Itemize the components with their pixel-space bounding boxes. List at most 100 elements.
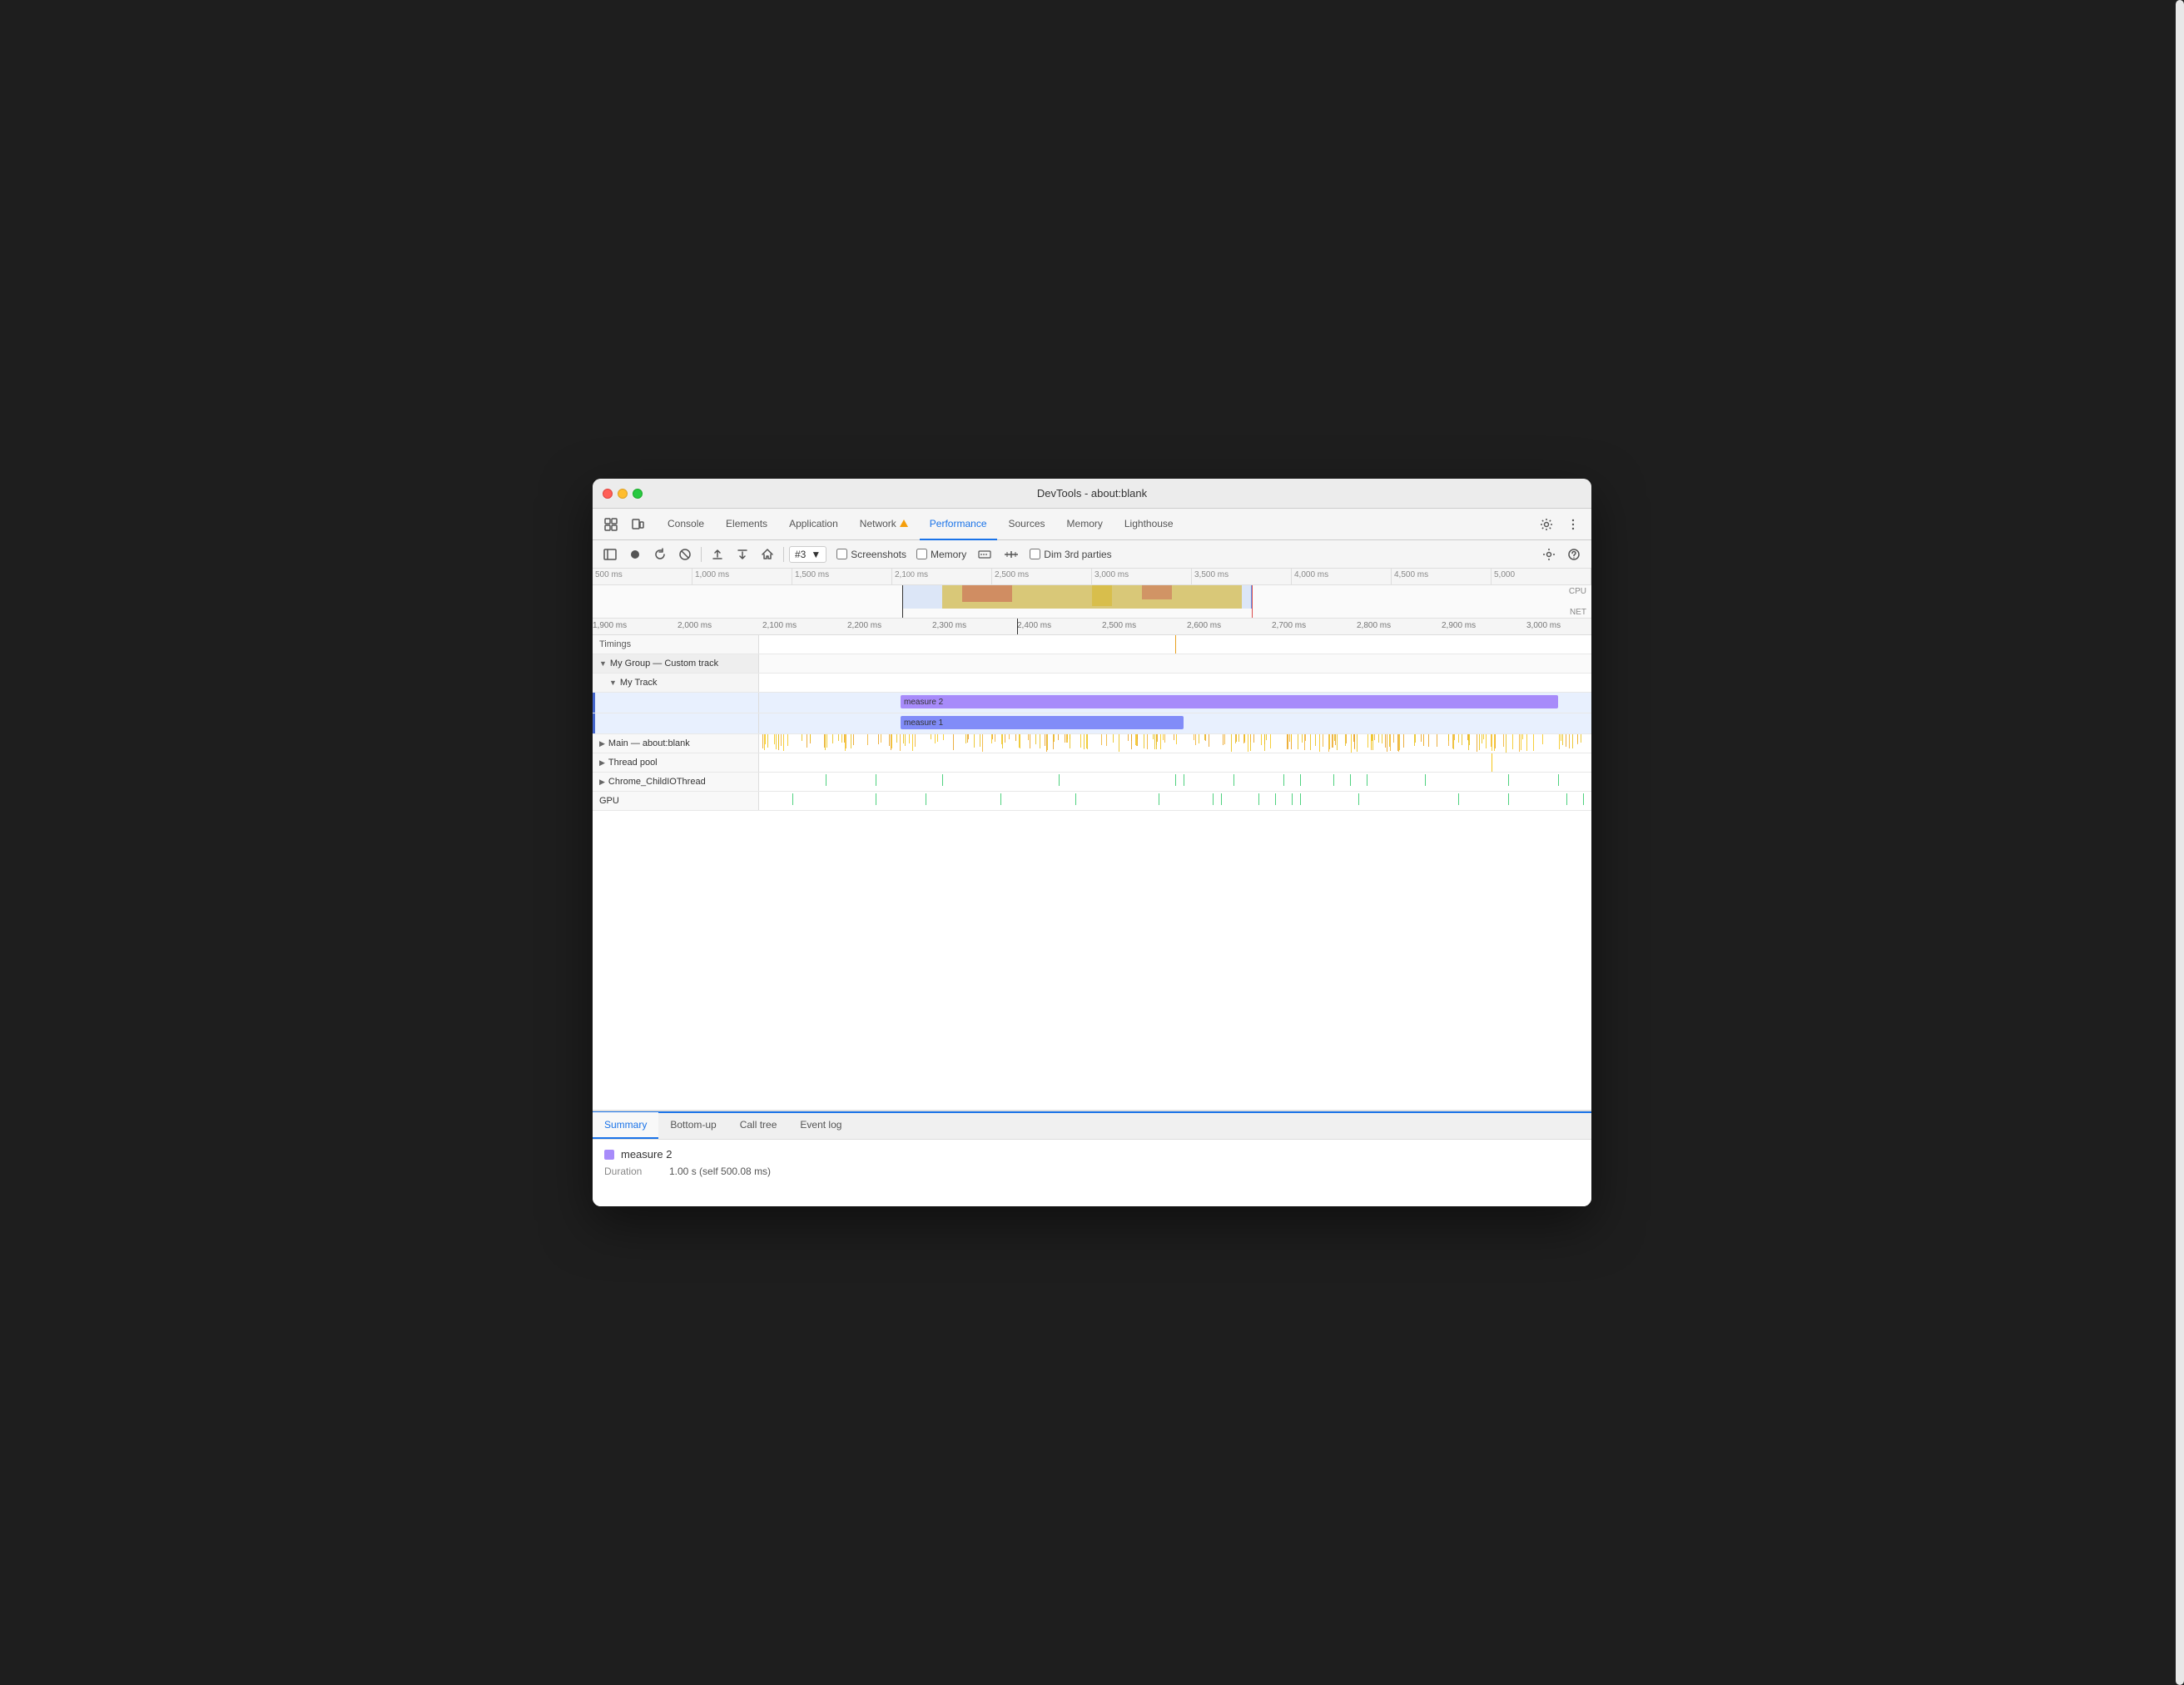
threadpool-label[interactable]: ▶ Thread pool — [593, 753, 759, 772]
threadpool-content[interactable] — [759, 753, 1591, 772]
ruler-tick-9: 5,000 — [1492, 569, 1591, 584]
group-content[interactable] — [759, 654, 1591, 673]
ruler-tick-2: 1,500 ms — [792, 569, 892, 584]
chrome-arrow-icon: ▶ — [599, 778, 605, 787]
close-button[interactable] — [603, 489, 613, 499]
bottom-panel: Summary Bottom-up Call tree Event log me… — [593, 1111, 1591, 1206]
perf-help-icon[interactable] — [1563, 544, 1585, 565]
chrome-label[interactable]: ▶ Chrome_ChildIOThread — [593, 773, 759, 791]
gpu-ticks — [759, 792, 1591, 810]
fc-ruler-tick-11: 3,000 ms — [1526, 621, 1561, 630]
upload-btn[interactable] — [707, 544, 728, 565]
group-track: ▼ My Group — Custom track — [593, 654, 1591, 674]
group-label[interactable]: ▼ My Group — Custom track — [593, 654, 759, 673]
memory-checkbox[interactable]: Memory — [916, 549, 966, 560]
cursor-left — [902, 585, 903, 619]
measure2-bar[interactable]: measure 2 — [901, 695, 1558, 708]
tab-console[interactable]: Console — [658, 509, 714, 540]
cpu-bar-area: CPU NET — [593, 585, 1591, 619]
tab-eventlog[interactable]: Event log — [788, 1112, 853, 1139]
main-track-row: ▶ Main — about:blank — [593, 734, 1591, 753]
main-content[interactable] — [759, 734, 1591, 753]
timeline-container: 500 ms 1,000 ms 1,500 ms 2,100 ms 2,500 … — [593, 569, 1591, 1111]
traffic-lights — [603, 489, 643, 499]
tab-application[interactable]: Application — [779, 509, 848, 540]
threadpool-track: ▶ Thread pool — [593, 753, 1591, 773]
tab-memory[interactable]: Memory — [1057, 509, 1113, 540]
separator1 — [701, 547, 702, 562]
record-selector[interactable]: #3 ▼ — [789, 546, 826, 563]
dim3rd-checkbox[interactable]: Dim 3rd parties — [1030, 549, 1111, 560]
mytrack-label[interactable]: ▼ My Track — [593, 674, 759, 692]
timings-track: Timings — [593, 635, 1591, 654]
main-label[interactable]: ▶ Main — about:blank — [593, 734, 759, 753]
minimize-button[interactable] — [618, 489, 628, 499]
tracks-area: Timings ▼ My Group — Custom track ▼ — [593, 635, 1591, 1111]
empty-area[interactable] — [593, 811, 1591, 1111]
devtools-window: DevTools - about:blank Console — [593, 479, 1591, 1206]
measure2-row-label — [593, 693, 759, 713]
record-btn[interactable] — [624, 544, 646, 565]
reload-btn[interactable] — [649, 544, 671, 565]
dim3rd-checkbox-input[interactable] — [1030, 549, 1040, 559]
window-title: DevTools - about:blank — [1037, 487, 1147, 500]
settings-icon[interactable] — [1535, 513, 1558, 536]
tab-summary[interactable]: Summary — [593, 1112, 658, 1139]
tab-network[interactable]: Network — [850, 509, 918, 540]
fc-ruler-tick-3: 2,200 ms — [847, 621, 881, 630]
main-flames — [759, 734, 1591, 753]
tab-elements[interactable]: Elements — [716, 509, 777, 540]
perf-settings-icon[interactable] — [1538, 544, 1560, 565]
mytrack-content[interactable] — [759, 674, 1591, 692]
gpu-track: GPU — [593, 792, 1591, 811]
tab-performance[interactable]: Performance — [920, 509, 997, 540]
maximize-button[interactable] — [633, 489, 643, 499]
fc-ruler-tick-5: 2,400 ms — [1017, 621, 1051, 630]
timings-content[interactable] — [759, 635, 1591, 654]
record-selector-label: #3 — [795, 549, 806, 560]
ruler-tick-6: 3,500 ms — [1192, 569, 1292, 584]
measure1-content[interactable]: measure 1 — [759, 713, 1591, 733]
memory-checkbox-input[interactable] — [916, 549, 927, 559]
chrome-content[interactable] — [759, 773, 1591, 791]
memory-icon-btn[interactable] — [976, 544, 993, 565]
chrome-flames — [759, 773, 1591, 791]
more-icon[interactable] — [1561, 513, 1585, 536]
tab-lighthouse[interactable]: Lighthouse — [1114, 509, 1184, 540]
device-icon[interactable] — [626, 513, 649, 536]
fc-ruler-tick-10: 2,900 ms — [1442, 621, 1476, 630]
tab-calltree[interactable]: Call tree — [728, 1112, 789, 1139]
bottom-tabs: Summary Bottom-up Call tree Event log — [593, 1113, 1591, 1140]
ruler-tick-1: 1,000 ms — [692, 569, 792, 584]
group-arrow-icon: ▼ — [599, 659, 607, 668]
home-btn[interactable] — [757, 544, 778, 565]
ruler-tick-3: 2,100 ms — [892, 569, 992, 584]
overview-bar[interactable]: 500 ms 1,000 ms 1,500 ms 2,100 ms 2,500 … — [593, 569, 1591, 619]
main-tab-bar: Console Elements Application Network Per… — [593, 509, 1591, 540]
duration-value: 1.00 s (self 500.08 ms) — [669, 1166, 771, 1177]
summary-item-title: measure 2 — [604, 1148, 1580, 1161]
gpu-label[interactable]: GPU — [593, 792, 759, 810]
measure2-content[interactable]: measure 2 — [759, 693, 1591, 713]
measure1-bar[interactable]: measure 1 — [901, 716, 1184, 729]
fc-ruler-tick-8: 2,700 ms — [1272, 621, 1306, 630]
tab-bottomup[interactable]: Bottom-up — [658, 1112, 727, 1139]
perf-toolbar: #3 ▼ Screenshots Memory — [593, 540, 1591, 569]
chrome-track: ▶ Chrome_ChildIOThread — [593, 773, 1591, 792]
measure1-row: measure 1 — [593, 713, 1591, 734]
measure1-row-label — [593, 713, 759, 733]
network-throttle-btn[interactable] — [1003, 544, 1020, 565]
toolbar-right-actions — [1538, 544, 1585, 565]
mytrack-row: ▼ My Track — [593, 674, 1591, 693]
sidebar-toggle-btn[interactable] — [599, 544, 621, 565]
gpu-content[interactable] — [759, 792, 1591, 810]
cursor-right — [1252, 585, 1253, 619]
inspect-icon[interactable] — [599, 513, 623, 536]
screenshots-checkbox-input[interactable] — [836, 549, 847, 559]
download-btn[interactable] — [732, 544, 753, 565]
screenshots-checkbox[interactable]: Screenshots — [836, 549, 906, 560]
selection-overlay — [902, 585, 1252, 609]
ruler-tick-0: 500 ms — [593, 569, 692, 584]
clear-btn[interactable] — [674, 544, 696, 565]
tab-sources[interactable]: Sources — [999, 509, 1055, 540]
